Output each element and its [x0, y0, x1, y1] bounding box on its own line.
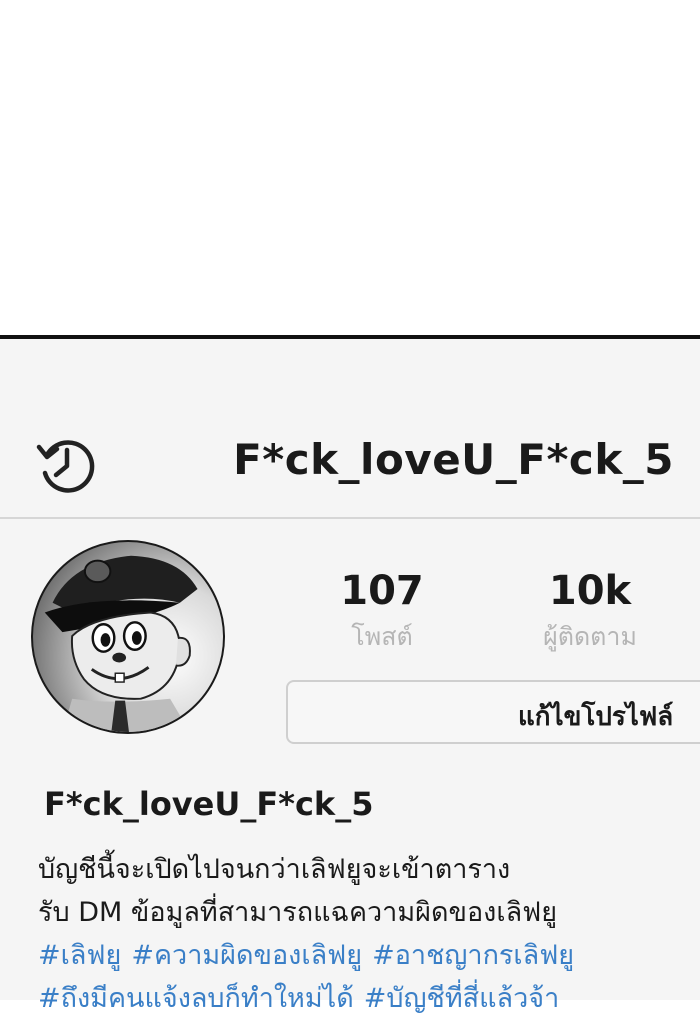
posts-stat[interactable]: 107 โพสต์: [312, 567, 452, 655]
edit-profile-button[interactable]: แก้ไขโปรไฟล์: [286, 680, 700, 744]
profile-bio: บัญชีนี้จะเปิดไปจนกว่าเลิฟยูจะเข้าตาราง …: [38, 848, 688, 1020]
header-divider: [0, 517, 700, 519]
hashtag-link[interactable]: #บัญชีที่สี่แล้วจ้า: [364, 983, 559, 1014]
profile-name: F*ck_loveU_F*ck_5: [44, 785, 374, 823]
followers-label: ผู้ติดตาม: [543, 622, 637, 651]
edit-profile-label: แก้ไขโปรไฟล์: [518, 702, 674, 732]
hashtag-row: #เลิฟยู #ความผิดของเลิฟยู #อาชญากรเลิฟยู: [38, 934, 688, 977]
posts-label: โพสต์: [351, 622, 413, 651]
followers-stat[interactable]: 10k ผู้ติดตาม: [510, 567, 670, 655]
hashtag-link[interactable]: #เลิฟยู: [38, 940, 121, 971]
blank-panel-area: [0, 0, 700, 335]
history-icon[interactable]: [36, 433, 98, 495]
hashtag-link[interactable]: #ความผิดของเลิฟยู: [131, 940, 362, 971]
hashtag-link[interactable]: #อาชญากรเลิฟยู: [372, 940, 574, 971]
followers-count: 10k: [548, 568, 632, 614]
profile-header: F*ck_loveU_F*ck_5: [0, 339, 700, 517]
hashtag-link[interactable]: #ถึงมีคนแจ้งลบก็ทำใหม่ได้: [38, 983, 354, 1014]
profile-screen: F*ck_loveU_F*ck_5 107 โพสต์ 10k ผู้ติดตา…: [0, 339, 700, 1014]
header-username: F*ck_loveU_F*ck_5: [233, 435, 674, 484]
bio-line: รับ DM ข้อมูลที่สามารถแฉความผิดของเลิฟยู: [38, 897, 558, 928]
avatar[interactable]: [31, 540, 225, 734]
bio-line: บัญชีนี้จะเปิดไปจนกว่าเลิฟยูจะเข้าตาราง: [38, 854, 511, 885]
hashtag-row: #ถึงมีคนแจ้งลบก็ทำใหม่ได้ #บัญชีที่สี่แล้…: [38, 977, 688, 1020]
posts-count: 107: [340, 568, 424, 614]
